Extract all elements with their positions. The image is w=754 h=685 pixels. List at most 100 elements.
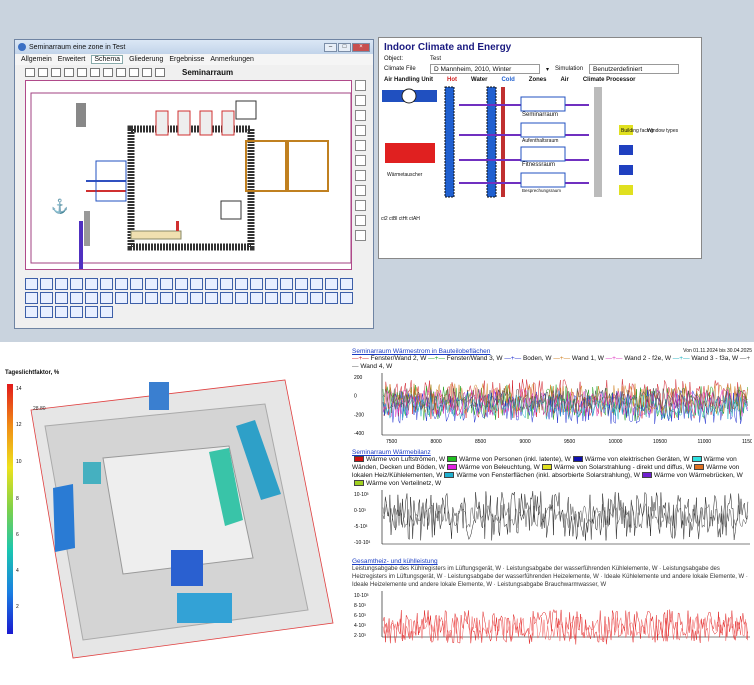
component-icon[interactable] <box>280 278 293 290</box>
tool-icon[interactable] <box>155 67 165 77</box>
component-icon[interactable] <box>265 278 278 290</box>
window-types-label[interactable]: Window types <box>647 128 678 134</box>
component-icon[interactable] <box>100 292 113 304</box>
side-tool-icon[interactable] <box>355 110 366 121</box>
climate-file-select[interactable]: D Mannheim, 2010, Winter <box>430 64 540 74</box>
component-icon[interactable] <box>325 292 338 304</box>
maximize-button[interactable]: □ <box>338 42 351 52</box>
component-icon[interactable] <box>25 306 38 318</box>
component-icon[interactable] <box>130 292 143 304</box>
component-icon[interactable] <box>250 292 263 304</box>
component-icon[interactable] <box>340 278 353 290</box>
component-icon[interactable] <box>85 278 98 290</box>
side-tool-icon[interactable] <box>355 185 366 196</box>
component-icon[interactable] <box>145 278 158 290</box>
component-icon[interactable] <box>265 292 278 304</box>
component-icon[interactable] <box>25 278 38 290</box>
component-icon[interactable] <box>220 278 233 290</box>
tool-icon[interactable] <box>90 67 100 77</box>
menu-schema[interactable]: Schema <box>91 55 124 64</box>
tool-icon[interactable] <box>25 67 35 77</box>
component-icon[interactable] <box>205 278 218 290</box>
menu-allgemein[interactable]: Allgemein <box>21 56 52 63</box>
close-button[interactable]: × <box>352 42 370 52</box>
side-tool-icon[interactable] <box>355 230 366 241</box>
component-icon[interactable] <box>145 292 158 304</box>
component-icon[interactable] <box>175 292 188 304</box>
component-icon[interactable] <box>340 292 353 304</box>
component-icon[interactable] <box>115 292 128 304</box>
component-icon[interactable] <box>205 292 218 304</box>
component-icon[interactable] <box>250 278 263 290</box>
zone-3[interactable]: Fitnessraum <box>522 162 555 168</box>
tool-icon[interactable] <box>142 67 152 77</box>
chevron-down-icon[interactable]: ▾ <box>546 66 549 73</box>
menu-ergebnisse[interactable]: Ergebnisse <box>169 56 204 63</box>
minimize-button[interactable]: – <box>324 42 337 52</box>
zone-2[interactable]: Aufenthaltsraum <box>522 138 558 144</box>
daylight-view[interactable]: Tageslichtfaktor, % 14 12 10 8 6 4 2 28.… <box>3 348 348 665</box>
component-icon[interactable] <box>280 292 293 304</box>
component-icon[interactable] <box>175 278 188 290</box>
schema-canvas[interactable]: ⚓ <box>25 80 352 270</box>
schema-side-toolbar <box>355 80 367 241</box>
menu-erweitert[interactable]: Erweitert <box>58 56 86 63</box>
component-icon[interactable] <box>55 292 68 304</box>
component-icon[interactable] <box>85 306 98 318</box>
x-tick-label: 10000 <box>609 439 623 445</box>
component-icon[interactable] <box>295 292 308 304</box>
component-icon[interactable] <box>160 292 173 304</box>
chart3-title[interactable]: Gesamtheiz- und kühlleistung <box>352 558 752 565</box>
side-tool-icon[interactable] <box>355 140 366 151</box>
tool-icon[interactable] <box>77 67 87 77</box>
component-icon[interactable] <box>310 292 323 304</box>
component-icon[interactable] <box>235 278 248 290</box>
component-icon[interactable] <box>55 278 68 290</box>
chart1-period: Von 01.11.2024 bis 30.04.2025 <box>683 348 752 354</box>
menu-gliederung[interactable]: Gliederung <box>129 56 163 63</box>
component-icon[interactable] <box>190 278 203 290</box>
tool-icon[interactable] <box>116 67 126 77</box>
side-tool-icon[interactable] <box>355 170 366 181</box>
component-icon[interactable] <box>325 278 338 290</box>
component-icon[interactable] <box>310 278 323 290</box>
component-icon[interactable] <box>130 278 143 290</box>
y-tick-label: 6·10³ <box>354 613 366 619</box>
chart1-title[interactable]: Seminarraum Wärmestrom in Bauteilobefläc… <box>352 348 490 355</box>
component-icon[interactable] <box>235 292 248 304</box>
component-icon[interactable] <box>295 278 308 290</box>
component-icon[interactable] <box>190 292 203 304</box>
side-tool-icon[interactable] <box>355 80 366 91</box>
component-icon[interactable] <box>100 306 113 318</box>
component-icon[interactable] <box>100 278 113 290</box>
side-tool-icon[interactable] <box>355 155 366 166</box>
zone-4[interactable]: Besprechungsraum <box>522 188 561 193</box>
component-icon[interactable] <box>70 306 83 318</box>
component-icon[interactable] <box>220 292 233 304</box>
y-tick-label: -10·10³ <box>354 540 370 546</box>
component-icon[interactable] <box>40 306 53 318</box>
component-icon[interactable] <box>25 292 38 304</box>
chart2-title[interactable]: Seminarraum Wärmebilanz <box>352 449 752 456</box>
side-tool-icon[interactable] <box>355 200 366 211</box>
window-titlebar[interactable]: Seminarraum eine zone in Test – □ × <box>15 40 373 54</box>
component-icon[interactable] <box>85 292 98 304</box>
tool-icon[interactable] <box>103 67 113 77</box>
component-icon[interactable] <box>55 306 68 318</box>
tool-icon[interactable] <box>38 67 48 77</box>
tool-icon[interactable] <box>129 67 139 77</box>
component-icon[interactable] <box>115 278 128 290</box>
component-icon[interactable] <box>40 278 53 290</box>
side-tool-icon[interactable] <box>355 95 366 106</box>
component-icon[interactable] <box>70 292 83 304</box>
tool-icon[interactable] <box>51 67 61 77</box>
component-icon[interactable] <box>160 278 173 290</box>
side-tool-icon[interactable] <box>355 215 366 226</box>
simulation-field[interactable]: Benutzerdefiniert <box>589 64 680 74</box>
component-icon[interactable] <box>70 278 83 290</box>
menu-anmerkungen[interactable]: Anmerkungen <box>210 56 254 63</box>
tool-icon[interactable] <box>64 67 74 77</box>
zone-1[interactable]: Seminarraum <box>522 112 558 118</box>
side-tool-icon[interactable] <box>355 125 366 136</box>
component-icon[interactable] <box>40 292 53 304</box>
